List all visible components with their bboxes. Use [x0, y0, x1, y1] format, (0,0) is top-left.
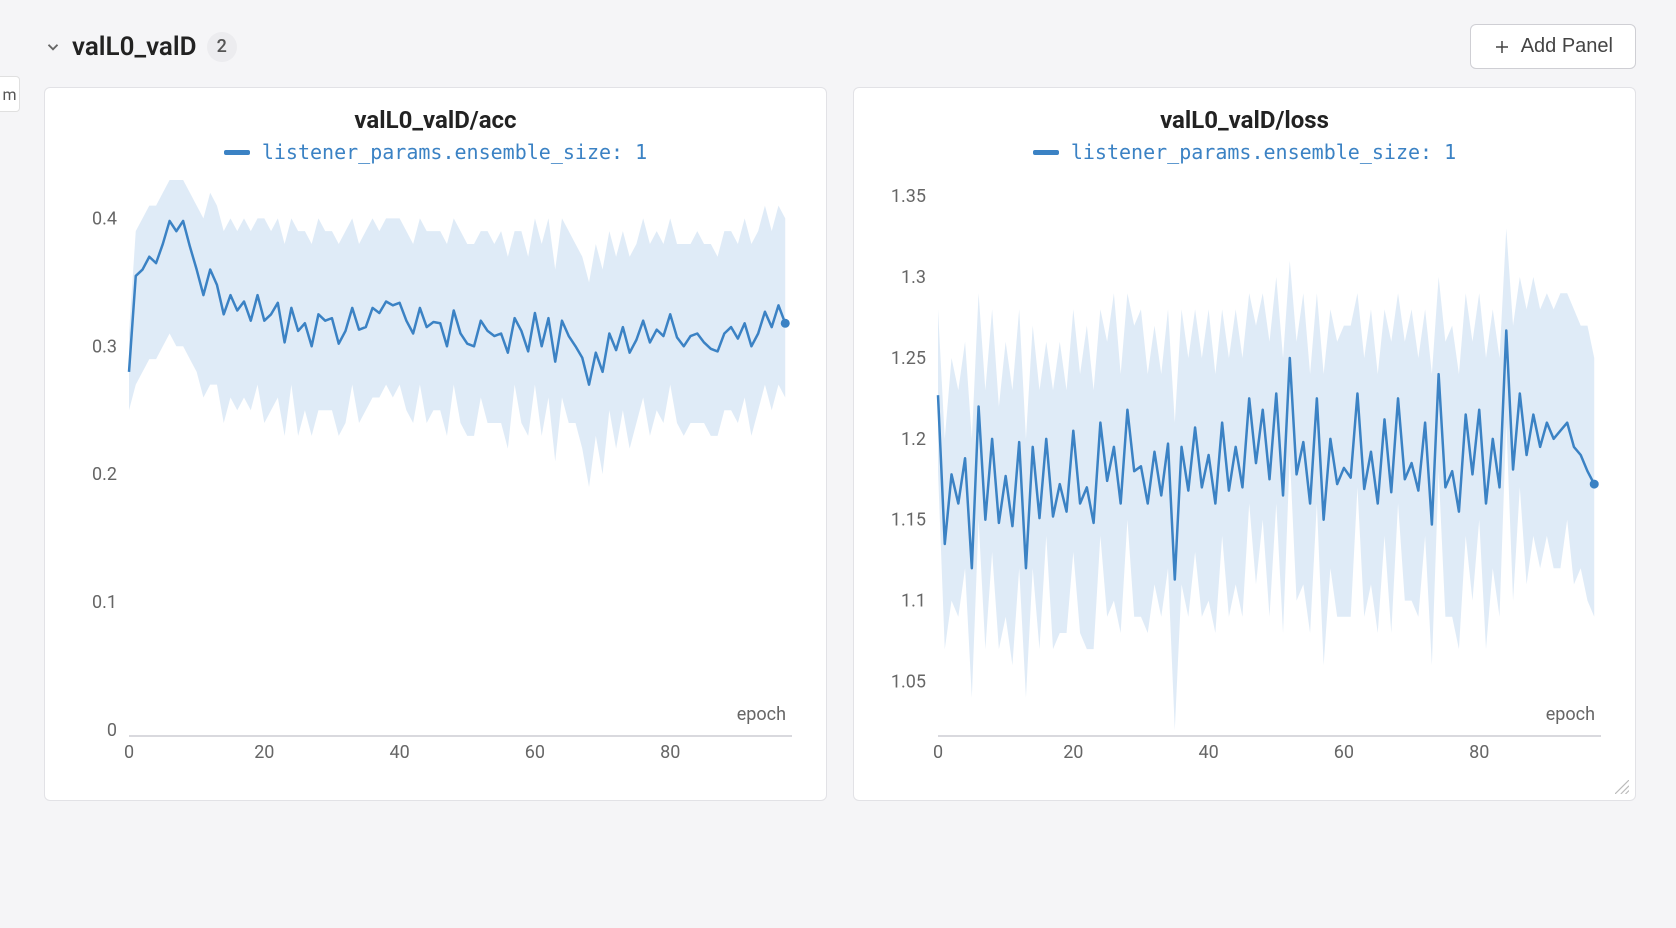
svg-text:0: 0: [933, 742, 943, 763]
svg-text:60: 60: [1334, 742, 1354, 763]
svg-text:80: 80: [660, 742, 680, 763]
panel-acc[interactable]: valL0_valD/acc listener_params.ensemble_…: [44, 87, 827, 801]
chart-title: valL0_valD/acc: [59, 106, 812, 134]
chevron-down-icon: [44, 38, 62, 56]
line-chart-acc: 0 0.1 0.2 0.3 0.4 0 20 40 60 80 epoch: [59, 170, 812, 790]
svg-text:epoch: epoch: [737, 704, 786, 725]
add-panel-button[interactable]: Add Panel: [1470, 24, 1636, 69]
left-sidebar-tab[interactable]: m: [0, 76, 20, 112]
svg-text:1.05: 1.05: [891, 671, 926, 692]
svg-text:40: 40: [1198, 742, 1218, 763]
chart-legend[interactable]: listener_params.ensemble_size: 1: [868, 140, 1621, 164]
section-valL0-valD: valL0_valD 2 Add Panel valL0_valD/acc li…: [0, 0, 1676, 825]
svg-text:0.1: 0.1: [92, 592, 117, 613]
svg-text:1.15: 1.15: [891, 510, 926, 531]
chart-legend[interactable]: listener_params.ensemble_size: 1: [59, 140, 812, 164]
panel-loss[interactable]: valL0_valD/loss listener_params.ensemble…: [853, 87, 1636, 801]
legend-label: listener_params.ensemble_size: 1: [262, 140, 647, 164]
svg-text:80: 80: [1469, 742, 1489, 763]
svg-text:0: 0: [107, 720, 117, 741]
section-title: valL0_valD: [72, 32, 197, 62]
svg-text:0.4: 0.4: [92, 208, 117, 229]
svg-text:60: 60: [525, 742, 545, 763]
section-header: valL0_valD 2 Add Panel: [44, 24, 1636, 69]
svg-text:1.35: 1.35: [891, 186, 926, 207]
line-chart-loss: 1.05 1.1 1.15 1.2 1.25 1.3 1.35 0 20 40 60 80 epoch: [868, 170, 1621, 790]
legend-swatch: [224, 150, 250, 155]
add-panel-label: Add Panel: [1521, 35, 1613, 58]
plus-icon: [1493, 38, 1511, 56]
svg-text:0.3: 0.3: [92, 336, 117, 357]
plot-area-loss[interactable]: 1.05 1.1 1.15 1.2 1.25 1.3 1.35 0 20 40 60 80 epoch: [868, 170, 1621, 790]
svg-text:20: 20: [254, 742, 274, 763]
plot-area-acc[interactable]: 0 0.1 0.2 0.3 0.4 0 20 40 60 80 epoch: [59, 170, 812, 790]
svg-text:0.2: 0.2: [92, 464, 117, 485]
svg-text:40: 40: [389, 742, 409, 763]
svg-text:1.3: 1.3: [901, 267, 926, 288]
svg-text:epoch: epoch: [1546, 704, 1595, 725]
svg-text:1.2: 1.2: [901, 429, 926, 450]
legend-label: listener_params.ensemble_size: 1: [1071, 140, 1456, 164]
svg-text:1.1: 1.1: [901, 591, 926, 612]
chart-title: valL0_valD/loss: [868, 106, 1621, 134]
svg-text:0: 0: [124, 742, 134, 763]
legend-swatch: [1033, 150, 1059, 155]
panels-row: valL0_valD/acc listener_params.ensemble_…: [44, 87, 1636, 801]
left-tab-letter: m: [2, 85, 16, 104]
svg-text:1.25: 1.25: [891, 348, 926, 369]
svg-text:20: 20: [1063, 742, 1083, 763]
section-title-wrap[interactable]: valL0_valD 2: [44, 32, 237, 62]
resize-handle-icon[interactable]: [1615, 780, 1629, 794]
section-count-badge: 2: [207, 32, 237, 62]
